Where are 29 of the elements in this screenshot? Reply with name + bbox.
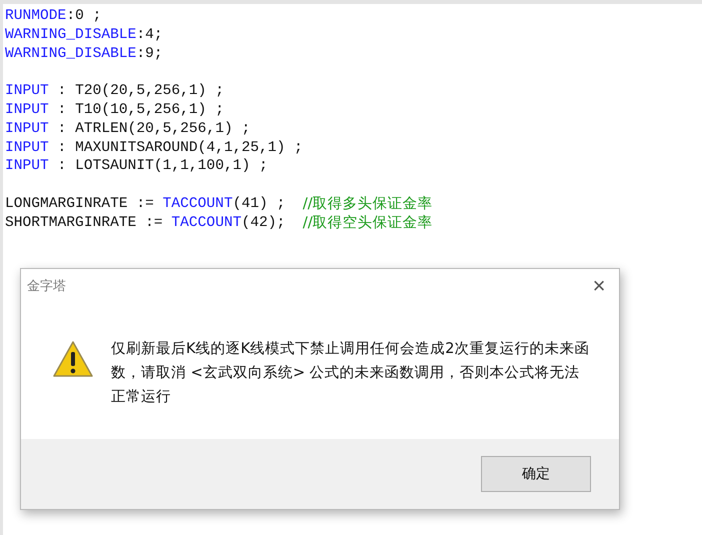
code-text: : ATRLEN(20,5,256,1) ; [56,120,250,139]
code-keyword: TACCOUNT [162,194,233,214]
code-keyword: INPUT [5,157,49,176]
code-text: :9; [136,44,163,64]
code-text: (42); [241,214,286,233]
code-keyword: WARNING_DISABLE [5,26,136,45]
code-text: : T10(10,5,256,1) ; [56,100,224,120]
dialog-message: 仅刷新最后K线的逐K线模式下禁止调用任何会造成2次重复运行的未来函数，请取消 <玄武双向系统> 公式的未来函数调用，否则本公式将无法正常运行 [111,339,590,407]
code-text: (41) ; [232,194,286,214]
code-text: : LOTSAUNIT(1,1,100,1) ; [56,157,268,176]
code-text: : MAXUNITSAROUND(4,1,25,1) ; [56,138,303,158]
ok-button[interactable]: 确定 [481,456,591,492]
code-text: :0 ; [66,7,102,26]
code-text: LONGMARGINRATE := [5,194,155,214]
code-keyword: INPUT [5,82,49,101]
code-text: SHORTMARGINRATE := [5,214,164,233]
code-text: : T20(20,5,256,1) ; [56,82,224,101]
code-comment: //取得空头保证金率 [302,214,433,233]
close-button[interactable]: × [579,271,619,301]
code-text: :4; [136,26,163,45]
warning-icon [53,341,93,377]
code-comment: //取得多头保证金率 [302,194,433,214]
dialog-title: 金字塔 [27,278,66,295]
code-keyword: WARNING_DISABLE [5,44,136,64]
code-keyword: INPUT [5,100,49,120]
code-keyword: INPUT [5,138,49,158]
code-keyword: TACCOUNT [171,214,242,233]
code-keyword: INPUT [5,120,49,139]
code-keyword: RUNMODE [5,7,66,26]
